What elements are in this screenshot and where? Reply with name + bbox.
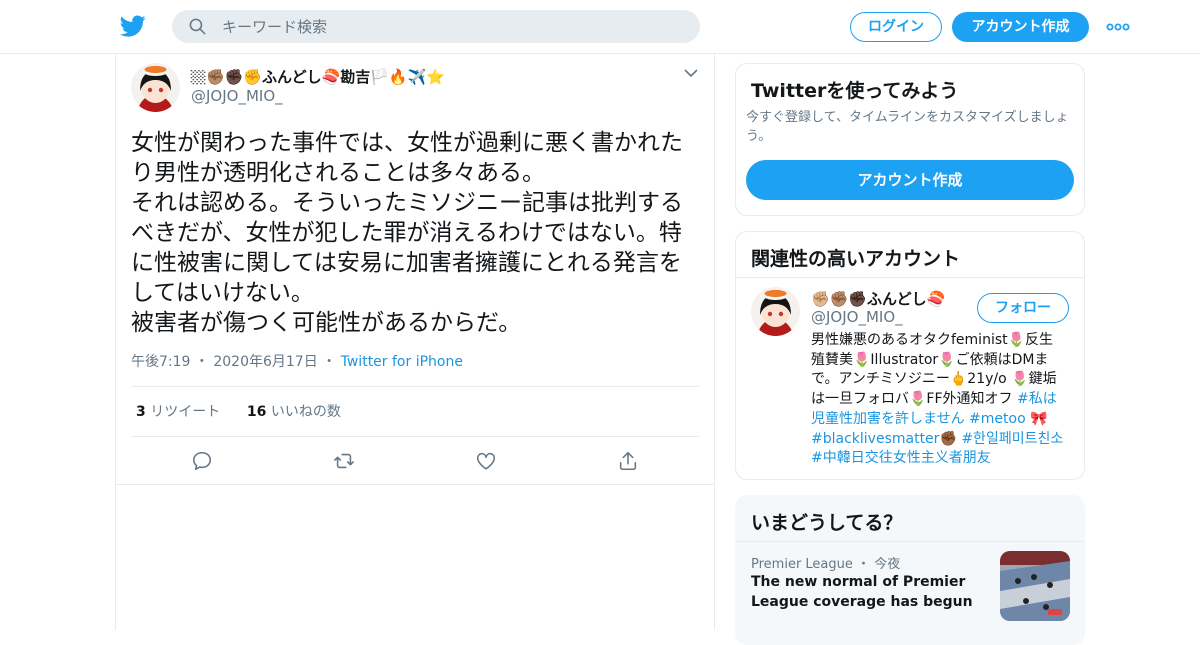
- related-accounts-title: 関連性の高いアカウント: [751, 248, 961, 270]
- trend-time: 今夜: [874, 557, 901, 572]
- divider: [131, 436, 699, 437]
- emoji: 🎀: [1030, 410, 1048, 427]
- more-options-icon[interactable]: [1106, 18, 1130, 36]
- like-stat-label: いいねの数: [270, 404, 341, 420]
- tweet-date[interactable]: 2020年6月17日: [213, 354, 317, 370]
- tweet-time[interactable]: 午後7:19: [131, 354, 190, 370]
- reply-icon[interactable]: [191, 450, 213, 472]
- trend-thumbnail[interactable]: [1000, 551, 1070, 621]
- like-stat[interactable]: 16 いいねの数: [247, 404, 341, 420]
- avatar[interactable]: [751, 287, 800, 336]
- trend-source: Premier League: [751, 557, 853, 572]
- like-count: 16: [246, 404, 267, 420]
- chevron-down-icon[interactable]: [684, 68, 698, 78]
- tweet-text: 女性が関わった事件では、女性が過剰に悪く書かれたり男性が透明化されることは多々あ…: [131, 130, 683, 336]
- tweet-author-name[interactable]: 🏼✊🏽✊🏿✊ふんどし🍣勘吉🏳️🔥✈️⭐: [191, 66, 445, 87]
- signup-card-description: 今すぐ登録して、タイムラインをカスタマイズしましょう。: [746, 110, 1069, 144]
- emoji: ✊🏾: [939, 430, 957, 447]
- related-account-handle[interactable]: @JOJO_MIO_: [811, 308, 903, 326]
- divider: [131, 386, 699, 387]
- avatar[interactable]: [131, 63, 180, 112]
- login-button[interactable]: ログイン: [850, 12, 942, 42]
- tweet-stats: 3 リツイート 16 いいねの数: [136, 401, 341, 421]
- tweet-meta: 午後7:19 ・ 2020年6月17日 ・ Twitter for iPhone: [131, 351, 463, 371]
- hashtag-link[interactable]: #metoo: [969, 411, 1026, 427]
- separator-dot: ・: [857, 557, 871, 572]
- tweet-detail: 🏼✊🏽✊🏿✊ふんどし🍣勘吉🏳️🔥✈️⭐ @JOJO_MIO_ 女性が関わった事件…: [115, 54, 715, 630]
- signup-card: Twitterを使ってみよう 今すぐ登録して、タイムラインをカスタマイズしましょ…: [735, 63, 1085, 216]
- hashtag-link[interactable]: #blacklivesmatter: [811, 431, 939, 447]
- trend-headline[interactable]: The new normal of Premier League coverag…: [751, 572, 991, 612]
- search-box[interactable]: [172, 10, 700, 43]
- hashtag-link[interactable]: #中韓日交往女性主义者朋友: [811, 450, 991, 466]
- related-accounts-card: 関連性の高いアカウント ✊🏼✊🏽✊🏿ふんどし🍣 @JOJO_MIO_ フォロー …: [735, 231, 1085, 480]
- share-icon[interactable]: [617, 450, 639, 472]
- follow-button[interactable]: フォロー: [977, 293, 1069, 323]
- search-icon: [189, 18, 206, 35]
- retweet-stat[interactable]: 3 リツイート: [136, 404, 220, 420]
- divider: [736, 277, 1084, 278]
- divider: [116, 484, 714, 485]
- retweet-stat-label: リツイート: [150, 404, 221, 420]
- signup-button[interactable]: アカウント作成: [952, 12, 1089, 42]
- top-bar: ログイン アカウント作成: [0, 0, 1200, 54]
- trend-meta: Premier League ・ 今夜: [751, 553, 900, 572]
- related-account-name[interactable]: ✊🏼✊🏽✊🏿ふんどし🍣: [811, 288, 945, 309]
- twitter-bird-icon[interactable]: [120, 13, 146, 39]
- create-account-button[interactable]: アカウント作成: [746, 160, 1074, 200]
- whats-happening-card: いまどうしてる？ Premier League ・ 今夜 The new nor…: [735, 495, 1085, 645]
- whats-happening-title: いまどうしてる？: [751, 512, 903, 534]
- separator-dot: ・: [194, 354, 209, 370]
- hashtag-link[interactable]: #한일페미트친소: [961, 431, 1063, 447]
- signup-card-title: Twitterを使ってみよう: [751, 80, 959, 102]
- retweet-count: 3: [136, 404, 146, 420]
- search-input[interactable]: [222, 10, 682, 43]
- retweet-icon[interactable]: [333, 450, 355, 472]
- like-heart-icon[interactable]: [475, 450, 497, 472]
- tweet-source-link[interactable]: Twitter for iPhone: [341, 354, 463, 370]
- separator-dot: ・: [322, 354, 337, 370]
- related-account-bio: 男性嫌悪のあるオタクfeminist🌷反生殖賛美🌷Illustrator🌷ご依頼…: [811, 331, 1066, 469]
- tweet-author-handle[interactable]: @JOJO_MIO_: [191, 87, 283, 105]
